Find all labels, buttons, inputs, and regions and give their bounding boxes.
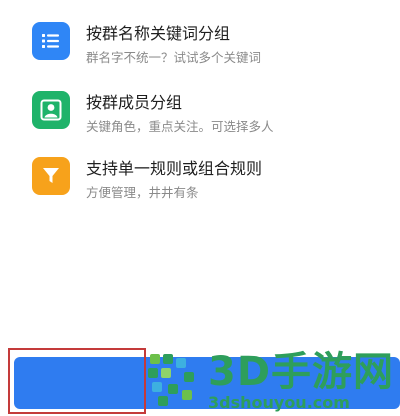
highlight-box	[8, 348, 146, 414]
feature-item-member-grouping[interactable]: 按群成员分组 关键角色，重点关注。可选择多人	[32, 91, 392, 141]
feature-item-rules[interactable]: 支持单一规则或组合规则 方便管理，井井有条	[32, 157, 392, 207]
feature-description: 群名字不统一？试试多个关键词	[86, 50, 262, 65]
list-icon	[32, 22, 70, 60]
person-icon	[32, 91, 70, 129]
filter-icon	[32, 157, 70, 195]
feature-description: 关键角色，重点关注。可选择多人	[86, 119, 274, 134]
watermark-domain: 3dshouyou.com	[208, 393, 350, 412]
feature-item-keyword-grouping[interactable]: 按群名称关键词分组 群名字不统一？试试多个关键词	[32, 22, 392, 72]
feature-title: 按群成员分组	[86, 93, 183, 112]
feature-title: 支持单一规则或组合规则	[86, 159, 263, 178]
watermark: 3D手游网 3dshouyou.com	[144, 348, 400, 416]
watermark-logo-icon	[148, 354, 194, 406]
feature-title: 按群名称关键词分组	[86, 24, 231, 43]
feature-description: 方便管理，井井有条	[86, 185, 199, 200]
watermark-brand: 3D手游网	[208, 349, 395, 395]
